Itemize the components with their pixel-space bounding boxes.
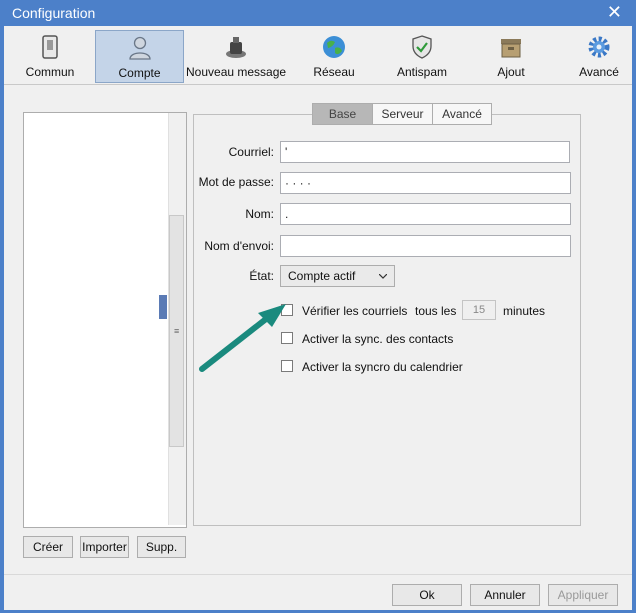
toolbar-item-ajout[interactable]: Ajout [473,30,549,82]
name-field[interactable]: . [280,203,571,225]
email-label: Courriel: [228,145,274,159]
grip-icon: ≡ [174,326,180,336]
shield-icon [412,35,432,59]
toolbar-label: Compte [118,66,161,80]
toolbar-label: Commun [25,65,75,79]
sync-contacts-checkbox[interactable] [281,332,293,344]
toolbar-label: Avancé [579,65,619,79]
toolbar-item-antispam[interactable]: Antispam [384,30,460,82]
check-mail-label: Vérifier les courriels [302,304,408,318]
sync-calendar-label: Activer la syncro du calendrier [302,360,463,374]
delete-account-button[interactable]: Supp. [137,536,186,558]
account-list-items [24,113,164,525]
password-label: Mot de passe: [198,175,274,189]
gear-icon [588,36,610,58]
sender-name-field[interactable] [280,235,571,257]
state-select[interactable]: Compte actif [280,265,395,287]
window-title: Configuration [12,5,96,21]
every-label: tous les [415,304,457,318]
device-icon [42,35,58,59]
create-account-button[interactable]: Créer [23,536,73,558]
name-label: Nom: [245,207,274,221]
sync-calendar-checkbox[interactable] [281,360,293,372]
state-label: État: [249,269,274,283]
toolbar-item-avance[interactable]: Avancé [561,30,636,82]
toolbar-label: Réseau [313,65,355,79]
close-icon[interactable]: ✕ [607,2,622,23]
box-icon [501,39,521,58]
ok-button[interactable]: Ok [392,584,462,606]
user-icon [128,36,151,60]
inkwell-icon [226,37,246,58]
toolbar-label: Ajout [497,65,525,79]
tab-serveur[interactable]: Serveur [372,103,433,125]
toolbar-item-commun[interactable]: Commun [12,30,88,82]
chevron-down-icon [379,274,387,279]
state-value: Compte actif [288,269,356,283]
interval-field[interactable]: 15 [462,300,496,320]
tab-avance[interactable]: Avancé [432,103,492,125]
tab-base[interactable]: Base [312,103,373,125]
password-field[interactable]: · · · · [280,172,571,194]
apply-button[interactable]: Appliquer [548,584,618,606]
sync-contacts-label: Activer la sync. des contacts [302,332,454,346]
toolbar-label: Antispam [396,65,448,79]
scrollbar-thumb[interactable]: ≡ [169,215,184,447]
titlebar: Configuration ✕ [0,0,636,26]
dialog-body: Commun Compte Nouveau message Réseau Ant… [4,26,632,610]
email-field[interactable]: ' [280,141,570,163]
minutes-label: minutes [503,304,546,318]
import-account-button[interactable]: Importer [80,536,129,558]
config-window: Configuration ✕ Commun Compte Nouveau me… [0,0,636,613]
globe-icon [323,36,345,58]
toolbar-item-nouveau-message[interactable]: Nouveau message [186,30,286,82]
selected-account-marker [159,295,167,319]
account-list[interactable]: ≡ [23,112,187,528]
cancel-button[interactable]: Annuler [470,584,540,606]
sender-name-label: Nom d'envoi: [204,239,274,253]
toolbar-item-compte[interactable]: Compte [95,30,184,83]
toolbar-label: Nouveau message [186,65,287,79]
check-mail-checkbox[interactable] [281,304,293,316]
category-toolbar: Commun Compte Nouveau message Réseau Ant… [4,26,632,85]
toolbar-item-reseau[interactable]: Réseau [296,30,372,82]
